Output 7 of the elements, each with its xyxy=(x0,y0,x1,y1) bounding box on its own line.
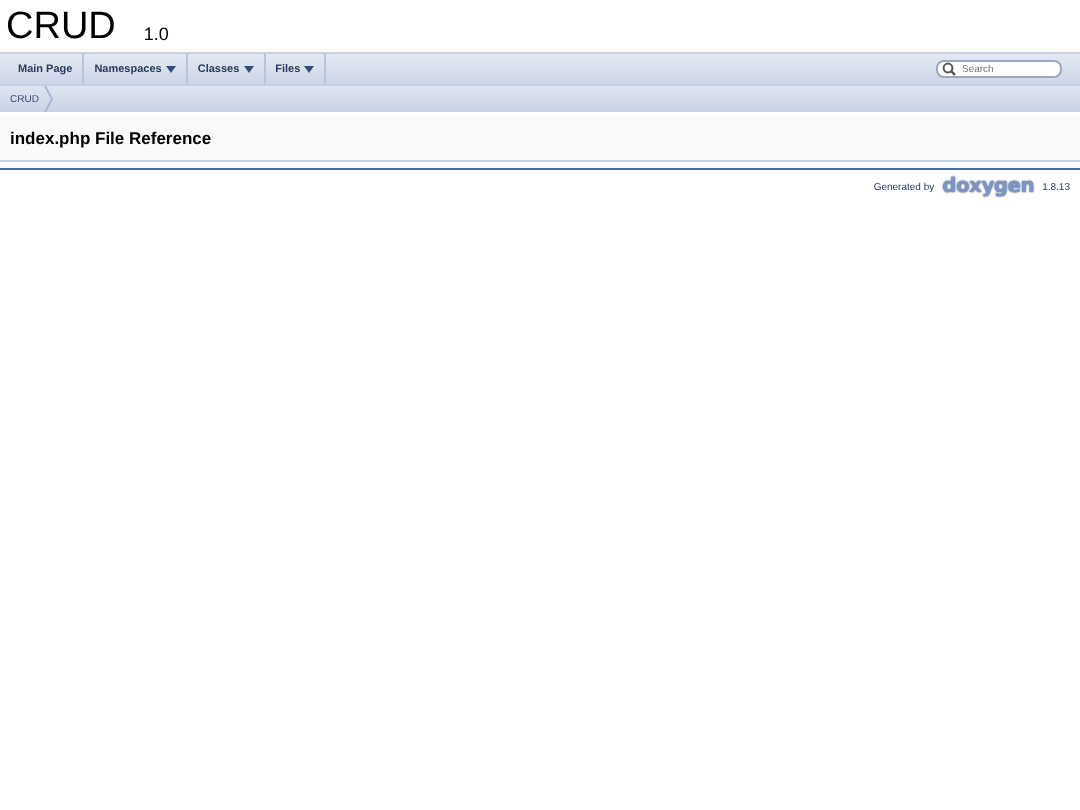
caret-icon xyxy=(304,65,315,73)
caret-icon xyxy=(165,65,176,73)
caret-icon xyxy=(243,65,254,73)
project-name: CRUD xyxy=(6,8,116,48)
chevron-icon xyxy=(44,86,55,112)
project-version: 1.0 xyxy=(143,22,169,48)
page-title: index.php File Reference xyxy=(10,128,212,148)
